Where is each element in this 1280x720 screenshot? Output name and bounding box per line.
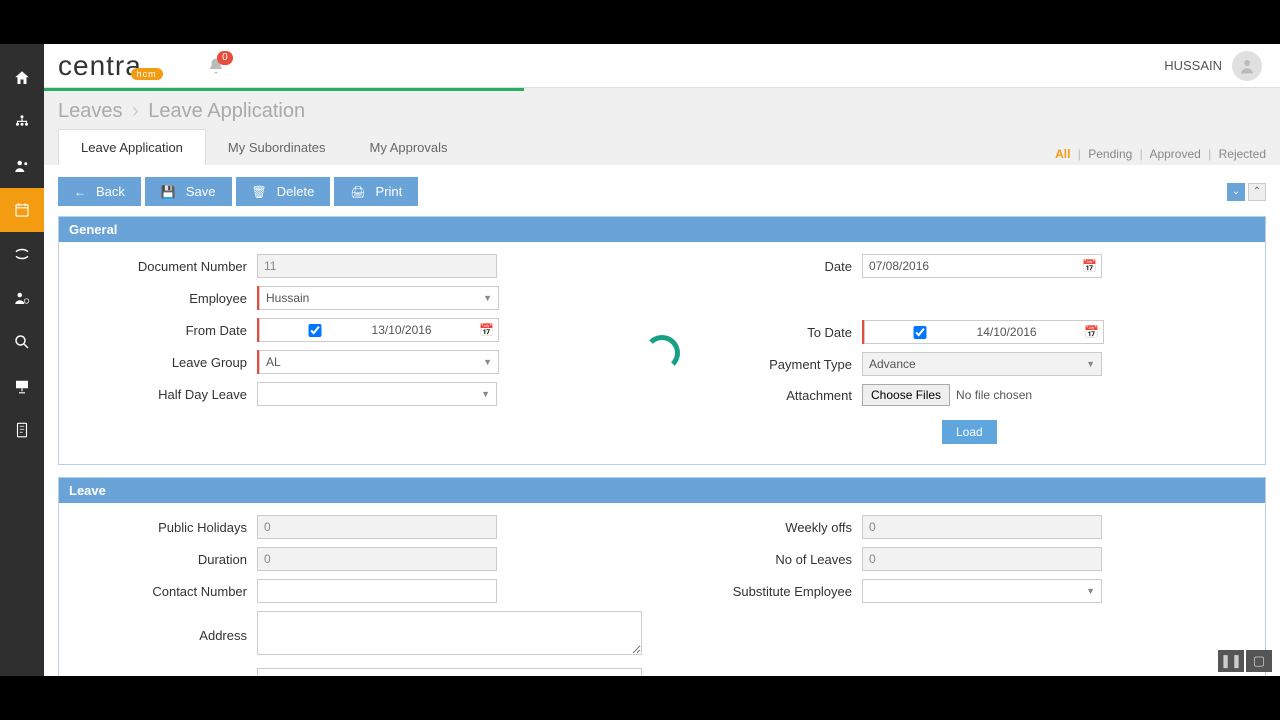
no-file-label: No file chosen <box>956 388 1032 402</box>
breadcrumb-root[interactable]: Leaves <box>58 100 123 122</box>
print-icon: 🖨 <box>350 185 365 199</box>
username: HUSSAIN <box>1164 58 1222 73</box>
collapse-button[interactable]: ⌃ <box>1248 183 1266 201</box>
nav-org[interactable] <box>0 100 44 144</box>
nav-document[interactable] <box>0 408 44 452</box>
status-filters: All | Pending | Approved | Rejected <box>1055 147 1266 165</box>
avatar[interactable] <box>1232 51 1262 81</box>
payment-type-label: Payment Type <box>682 357 862 372</box>
public-holidays-label: Public Holidays <box>77 520 257 535</box>
left-nav <box>0 44 44 676</box>
to-date-input[interactable]: 📅 <box>864 320 1104 344</box>
contact-label: Contact Number <box>77 584 257 599</box>
duration-input <box>257 547 497 571</box>
calendar-icon[interactable]: 📅 <box>1082 259 1097 273</box>
caret-down-icon: ▼ <box>483 293 492 303</box>
caret-down-icon: ▼ <box>483 357 492 367</box>
logo-sub: hcm <box>131 68 163 80</box>
nav-people[interactable] <box>0 144 44 188</box>
caret-down-icon: ▼ <box>481 389 490 399</box>
arrow-left-icon: ← <box>74 185 86 199</box>
employee-label: Employee <box>77 291 257 306</box>
no-of-leaves-label: No of Leaves <box>682 552 862 567</box>
chevron-right-icon: › <box>132 100 139 122</box>
panel-general-header: General <box>59 217 1265 242</box>
caret-down-icon: ▼ <box>1086 586 1095 596</box>
screen-share-button[interactable]: ▢ <box>1246 650 1272 672</box>
from-date-input[interactable]: 📅 <box>259 318 499 342</box>
nav-leaves[interactable] <box>0 188 44 232</box>
topbar: centra hcm 0 HUSSAIN <box>44 44 1280 88</box>
save-icon: 💾 <box>161 185 176 199</box>
from-date-label: From Date <box>77 323 257 338</box>
tabs: Leave Application My Subordinates My App… <box>44 129 1280 165</box>
filter-all[interactable]: All <box>1055 147 1070 161</box>
filter-rejected[interactable]: Rejected <box>1219 147 1266 161</box>
half-day-select[interactable]: ▼ <box>257 382 497 406</box>
date-input[interactable]: 📅 <box>862 254 1102 278</box>
nav-home[interactable] <box>0 56 44 100</box>
substitute-label: Substitute Employee <box>682 584 862 599</box>
tab-leave-application[interactable]: Leave Application <box>58 129 206 165</box>
from-date-checkbox[interactable] <box>264 324 366 337</box>
loading-bar <box>44 88 524 91</box>
save-button[interactable]: 💾Save <box>145 177 232 206</box>
loading-spinner-icon <box>644 335 680 371</box>
filter-pending[interactable]: Pending <box>1088 147 1132 161</box>
attachment-label: Attachment <box>682 388 862 403</box>
substitute-select[interactable]: ▼ <box>862 579 1102 603</box>
expand-button[interactable]: ⌄ <box>1227 183 1245 201</box>
caret-down-icon: ▼ <box>1086 359 1095 369</box>
to-date-label: To Date <box>682 325 862 340</box>
address-label: Address <box>77 628 257 643</box>
duration-label: Duration <box>77 552 257 567</box>
calendar-icon[interactable]: 📅 <box>479 323 494 337</box>
user-icon <box>1238 57 1256 75</box>
calendar-icon[interactable]: 📅 <box>1084 325 1099 339</box>
employee-select[interactable]: Hussain▼ <box>259 286 499 310</box>
delete-button[interactable]: 🗑Delete <box>236 177 331 206</box>
load-button[interactable]: Load <box>942 420 997 444</box>
weekly-offs-label: Weekly offs <box>682 520 862 535</box>
public-holidays-input <box>257 515 497 539</box>
doc-number-label: Document Number <box>77 259 257 274</box>
nav-search[interactable] <box>0 320 44 364</box>
address-textarea[interactable] <box>257 611 642 655</box>
tab-my-approvals[interactable]: My Approvals <box>347 130 469 165</box>
weekly-offs-input <box>862 515 1102 539</box>
no-of-leaves-input <box>862 547 1102 571</box>
date-label: Date <box>682 259 862 274</box>
action-toolbar: ←Back 💾Save 🗑Delete 🖨Print ⌄ ⌃ <box>58 177 1266 216</box>
logo: centra hcm <box>52 50 169 82</box>
nav-swap[interactable] <box>0 232 44 276</box>
trash-icon: 🗑 <box>252 185 267 199</box>
print-button[interactable]: 🖨Print <box>334 177 418 206</box>
reason-textarea[interactable] <box>257 668 642 676</box>
breadcrumb: Leaves › Leave Application <box>44 88 1280 129</box>
filter-approved[interactable]: Approved <box>1149 147 1200 161</box>
leave-group-select[interactable]: AL▼ <box>259 350 499 374</box>
to-date-checkbox[interactable] <box>869 326 971 339</box>
content-area: ←Back 💾Save 🗑Delete 🖨Print ⌄ ⌃ General D… <box>58 165 1266 676</box>
panel-leave-header: Leave <box>59 478 1265 503</box>
nav-user-settings[interactable] <box>0 276 44 320</box>
nav-presentation[interactable] <box>0 364 44 408</box>
notification-badge: 0 <box>217 51 233 65</box>
contact-input[interactable] <box>257 579 497 603</box>
notifications-button[interactable]: 0 <box>207 57 225 75</box>
tab-my-subordinates[interactable]: My Subordinates <box>206 130 348 165</box>
pause-button[interactable]: ❚❚ <box>1218 650 1244 672</box>
back-button[interactable]: ←Back <box>58 177 141 206</box>
breadcrumb-page: Leave Application <box>148 100 305 122</box>
half-day-label: Half Day Leave <box>77 387 257 402</box>
choose-files-button[interactable]: Choose Files <box>862 384 950 406</box>
panel-leave: Leave Public Holidays Duration Contact N… <box>58 477 1266 676</box>
video-controls: ❚❚ ▢ <box>1218 650 1272 672</box>
leave-group-label: Leave Group <box>77 355 257 370</box>
doc-number-input <box>257 254 497 278</box>
logo-text: centra <box>58 50 142 81</box>
payment-type-select[interactable]: Advance▼ <box>862 352 1102 376</box>
panel-general: General Document Number Employee Hussain… <box>58 216 1266 465</box>
